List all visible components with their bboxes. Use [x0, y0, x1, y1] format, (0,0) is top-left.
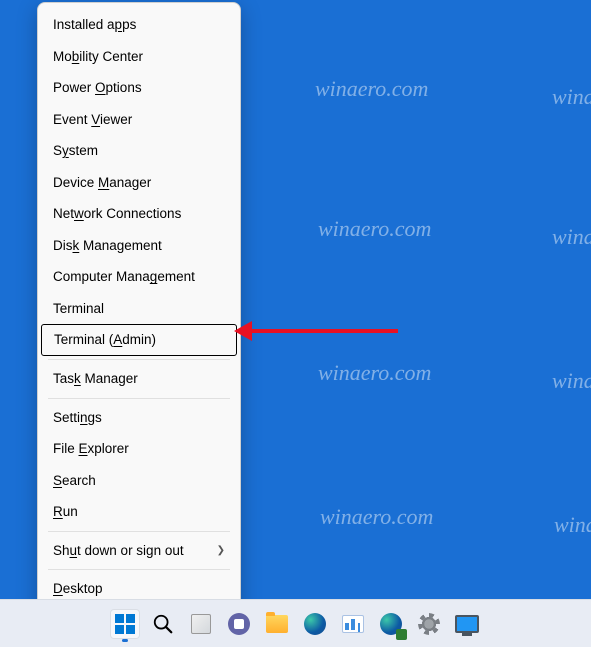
remote-desktop-app[interactable] [453, 610, 481, 638]
menu-item-network-connections[interactable]: Network Connections [38, 198, 240, 230]
menu-item-label: Terminal [53, 300, 104, 318]
menu-item-label: Task Manager [53, 370, 138, 388]
file-explorer-app[interactable] [263, 610, 291, 638]
menu-separator [48, 569, 230, 570]
teams-app[interactable] [225, 610, 253, 638]
menu-item-label: Installed apps [53, 16, 136, 34]
menu-item-label: Search [53, 472, 96, 490]
menu-item-label: Computer Management [53, 268, 195, 286]
menu-item-power-options[interactable]: Power Options [38, 72, 240, 104]
menu-item-settings[interactable]: Settings [38, 402, 240, 434]
menu-item-file-explorer[interactable]: File Explorer [38, 433, 240, 465]
watermark: winaero.com [552, 224, 591, 250]
menu-separator [48, 359, 230, 360]
edge-dev-app[interactable] [377, 610, 405, 638]
task-view-button[interactable] [187, 610, 215, 638]
performance-app[interactable] [339, 610, 367, 638]
menu-item-label: Run [53, 503, 78, 521]
watermark: winaero.com [554, 512, 591, 538]
menu-item-label: Settings [53, 409, 102, 427]
menu-item-terminal-admin[interactable]: Terminal (Admin) [41, 324, 237, 356]
annotation-arrow [248, 329, 398, 333]
watermark: winaero.com [315, 76, 428, 102]
menu-item-label: Network Connections [53, 205, 181, 223]
menu-item-label: Shut down or sign out [53, 542, 184, 560]
watermark: winaero.com [552, 84, 591, 110]
menu-item-installed-apps[interactable]: Installed apps [38, 9, 240, 41]
search-button[interactable] [149, 610, 177, 638]
edge-app[interactable] [301, 610, 329, 638]
watermark: winaero.com [318, 360, 431, 386]
menu-item-label: Device Manager [53, 174, 151, 192]
watermark: winaero.com [552, 368, 591, 394]
menu-item-shutdown[interactable]: Shut down or sign out ❯ [38, 535, 240, 567]
settings-app[interactable] [415, 610, 443, 638]
menu-item-terminal[interactable]: Terminal [38, 293, 240, 325]
menu-item-search[interactable]: Search [38, 465, 240, 497]
menu-item-label: Event Viewer [53, 111, 132, 129]
winx-context-menu: Installed apps Mobility Center Power Optio… [37, 2, 241, 612]
menu-item-mobility-center[interactable]: Mobility Center [38, 41, 240, 73]
menu-item-task-manager[interactable]: Task Manager [38, 363, 240, 395]
menu-item-system[interactable]: System [38, 135, 240, 167]
menu-item-label: File Explorer [53, 440, 129, 458]
menu-item-label: Power Options [53, 79, 142, 97]
menu-item-disk-management[interactable]: Disk Management [38, 230, 240, 262]
menu-item-label: Terminal (Admin) [54, 331, 156, 349]
menu-item-label: Mobility Center [53, 48, 143, 66]
menu-separator [48, 531, 230, 532]
chevron-right-icon: ❯ [217, 544, 225, 557]
menu-separator [48, 398, 230, 399]
menu-item-label: Disk Management [53, 237, 162, 255]
menu-item-run[interactable]: Run [38, 496, 240, 528]
menu-item-computer-management[interactable]: Computer Management [38, 261, 240, 293]
watermark: winaero.com [318, 216, 431, 242]
menu-item-device-manager[interactable]: Device Manager [38, 167, 240, 199]
watermark: winaero.com [320, 504, 433, 530]
menu-item-label: System [53, 142, 98, 160]
taskbar [0, 599, 591, 647]
start-button[interactable] [111, 610, 139, 638]
menu-item-label: Desktop [53, 580, 103, 598]
menu-item-event-viewer[interactable]: Event Viewer [38, 104, 240, 136]
